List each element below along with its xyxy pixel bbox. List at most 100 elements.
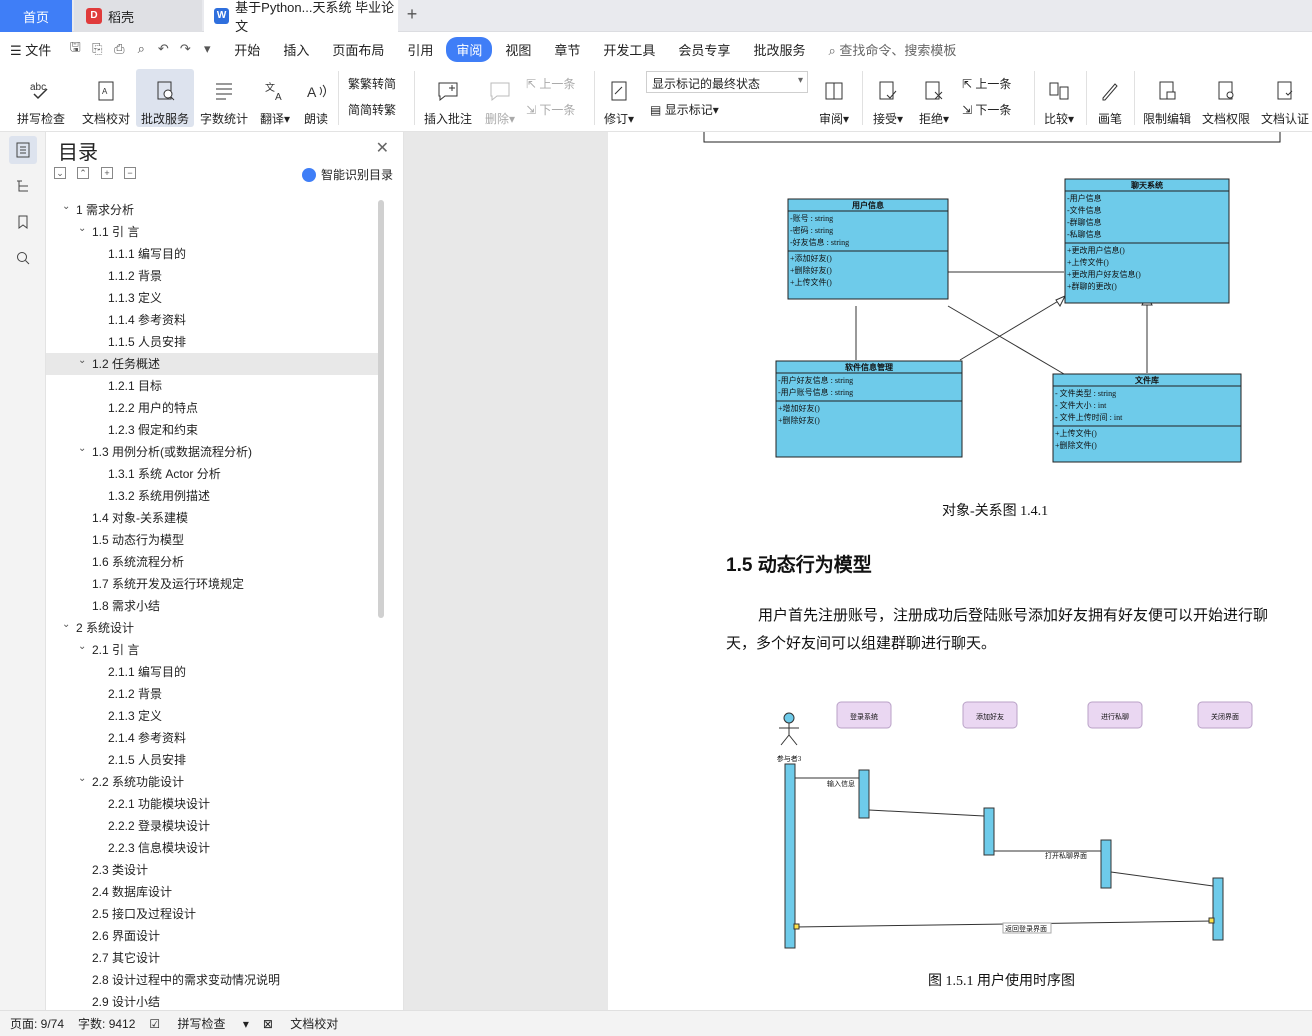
toc-item[interactable]: 2.2.1 功能模块设计: [46, 793, 380, 815]
page-indicator[interactable]: 页面: 9/74: [10, 1015, 64, 1032]
expand-up-icon[interactable]: ⌃: [77, 167, 89, 179]
chevron-down-icon[interactable]: ⌄: [78, 636, 86, 658]
menu-9[interactable]: 批改服务: [743, 37, 815, 62]
file-menu[interactable]: ☰ 文件: [0, 37, 61, 62]
toc-item[interactable]: 1.1.3 定义: [46, 287, 380, 309]
export-icon[interactable]: ⎘: [86, 41, 108, 57]
spell-check-button[interactable]: abc 拼写检查: [10, 69, 72, 127]
tab-document[interactable]: W 基于Python...天系统 毕业论文: [204, 0, 398, 34]
smart-toc-button[interactable]: 智能识别目录: [302, 166, 393, 183]
toc-item[interactable]: 1.1.2 背景: [46, 265, 380, 287]
toc-item[interactable]: ⌄ 2 系统设计: [46, 617, 380, 639]
chevron-down-icon[interactable]: ⌄: [78, 218, 86, 240]
insert-comment-button[interactable]: 插入批注: [420, 69, 476, 127]
menu-8[interactable]: 会员专享: [668, 37, 740, 62]
toc-item[interactable]: 1.2.2 用户的特点: [46, 397, 380, 419]
toc-scrollbar[interactable]: [378, 200, 384, 618]
collapse-all-icon[interactable]: ⌄: [54, 167, 66, 179]
doc-permission-button[interactable]: 文档权限: [1198, 69, 1254, 127]
markup-state-select[interactable]: 显示标记的最终状态: [646, 71, 808, 93]
compare-button[interactable]: 比较▾: [1040, 69, 1078, 127]
next-revision-button[interactable]: ⇲ 下一条: [962, 101, 1011, 118]
delete-comment-button[interactable]: 删除▾: [482, 69, 518, 127]
translate-button[interactable]: 文 A 翻译▾: [256, 69, 294, 127]
status-spell-check[interactable]: ☑ 拼写检查 ▾: [149, 1015, 248, 1032]
bookmark-icon[interactable]: [9, 208, 37, 236]
restrict-edit-button[interactable]: 限制编辑: [1140, 69, 1194, 127]
toc-item[interactable]: 1.1.1 编写目的: [46, 243, 380, 265]
menu-7[interactable]: 开发工具: [593, 37, 665, 62]
trad-to-simp-button[interactable]: 繁繁转简: [348, 75, 396, 92]
toc-item[interactable]: 2.6 界面设计: [46, 925, 380, 947]
close-icon[interactable]: ✕: [376, 138, 389, 158]
chevron-down-icon[interactable]: ⌄: [78, 768, 86, 790]
menu-5[interactable]: 视图: [495, 37, 541, 62]
word-count-button[interactable]: 字数统计: [198, 69, 250, 127]
command-search[interactable]: ⌕ 查找命令、搜索模板: [828, 40, 956, 59]
prev-comment-button[interactable]: ⇱ 上一条: [526, 75, 575, 92]
menu-4[interactable]: 审阅: [446, 36, 493, 62]
correct-service-button[interactable]: 批改服务: [136, 69, 194, 127]
toc-item[interactable]: 2.2.2 登录模块设计: [46, 815, 380, 837]
tab-daoke[interactable]: D 稻壳: [74, 0, 202, 32]
print-icon[interactable]: ⎙: [108, 41, 130, 57]
toc-item[interactable]: 2.2.3 信息模块设计: [46, 837, 380, 859]
toc-item[interactable]: 2.4 数据库设计: [46, 881, 380, 903]
toc-item[interactable]: ⌄ 1.3 用例分析(或数据流程分析): [46, 441, 380, 463]
search-icon[interactable]: [9, 244, 37, 272]
toc-item[interactable]: 2.1.5 人员安排: [46, 749, 380, 771]
toc-item[interactable]: 2.1.2 背景: [46, 683, 380, 705]
toc-panel-icon[interactable]: [9, 136, 37, 164]
toc-item[interactable]: 1.7 系统开发及运行环境规定: [46, 573, 380, 595]
reject-button[interactable]: 拒绝▾: [914, 69, 954, 127]
remove-heading-icon[interactable]: −: [124, 167, 136, 179]
accept-button[interactable]: 接受▾: [868, 69, 908, 127]
toc-item[interactable]: 2.5 接口及过程设计: [46, 903, 380, 925]
doc-check-button[interactable]: A 文档校对: [80, 69, 132, 127]
simp-to-trad-button[interactable]: 简简转繁: [348, 101, 396, 118]
read-aloud-button[interactable]: A 朗读: [300, 69, 332, 127]
toc-item[interactable]: 1.3.1 系统 Actor 分析: [46, 463, 380, 485]
undo-icon[interactable]: ↶: [152, 41, 174, 57]
toc-item[interactable]: ⌄ 1.1 引 言: [46, 221, 380, 243]
add-heading-icon[interactable]: +: [101, 167, 113, 179]
toc-item[interactable]: ⌄ 1.2 任务概述: [46, 353, 380, 375]
preview-icon[interactable]: ⌕: [130, 41, 152, 57]
toc-item[interactable]: 1.4 对象-关系建模: [46, 507, 380, 529]
menu-1[interactable]: 插入: [273, 37, 319, 62]
toc-item[interactable]: 1.2.3 假定和约束: [46, 419, 380, 441]
chevron-down-icon[interactable]: ⌄: [78, 438, 86, 460]
toc-item[interactable]: 1.6 系统流程分析: [46, 551, 380, 573]
toc-item[interactable]: 2.3 类设计: [46, 859, 380, 881]
menu-6[interactable]: 章节: [544, 37, 590, 62]
review-pane-button[interactable]: 审阅▾: [814, 69, 854, 127]
toc-item[interactable]: 2.1.1 编写目的: [46, 661, 380, 683]
add-tab-button[interactable]: +: [402, 4, 422, 26]
toc-item[interactable]: 1.8 需求小结: [46, 595, 380, 617]
menu-2[interactable]: 页面布局: [322, 37, 394, 62]
next-comment-button[interactable]: ⇲ 下一条: [526, 101, 575, 118]
save-icon[interactable]: 🖫: [64, 38, 86, 60]
tab-home[interactable]: 首页: [0, 0, 72, 32]
outline-icon[interactable]: [9, 172, 37, 200]
doc-auth-button[interactable]: 文档认证: [1258, 69, 1312, 127]
toc-item[interactable]: 2.1.4 参考资料: [46, 727, 380, 749]
toc-item[interactable]: ⌄ 2.1 引 言: [46, 639, 380, 661]
toc-item[interactable]: 1.5 动态行为模型: [46, 529, 380, 551]
toc-item[interactable]: 1.1.5 人员安排: [46, 331, 380, 353]
pen-button[interactable]: 画笔: [1092, 69, 1128, 127]
menu-0[interactable]: 开始: [224, 37, 270, 62]
toc-item[interactable]: 2.7 其它设计: [46, 947, 380, 969]
toc-item[interactable]: 2.9 设计小结: [46, 991, 380, 1007]
customize-icon[interactable]: ▾: [196, 41, 218, 57]
toc-item[interactable]: 1.3.2 系统用例描述: [46, 485, 380, 507]
chevron-down-icon[interactable]: ⌄: [62, 199, 70, 218]
chevron-down-icon[interactable]: ⌄: [62, 614, 70, 636]
show-markup-button[interactable]: ▤ 显示标记 ▾: [650, 101, 719, 118]
redo-icon[interactable]: ↷: [174, 41, 196, 57]
menu-3[interactable]: 引用: [397, 37, 443, 62]
toc-item[interactable]: 2.8 设计过程中的需求变动情况说明: [46, 969, 380, 991]
revise-button[interactable]: 修订▾: [600, 69, 638, 127]
toc-item[interactable]: 1.2.1 目标: [46, 375, 380, 397]
status-doc-check[interactable]: ⊠ 文档校对: [263, 1015, 352, 1032]
